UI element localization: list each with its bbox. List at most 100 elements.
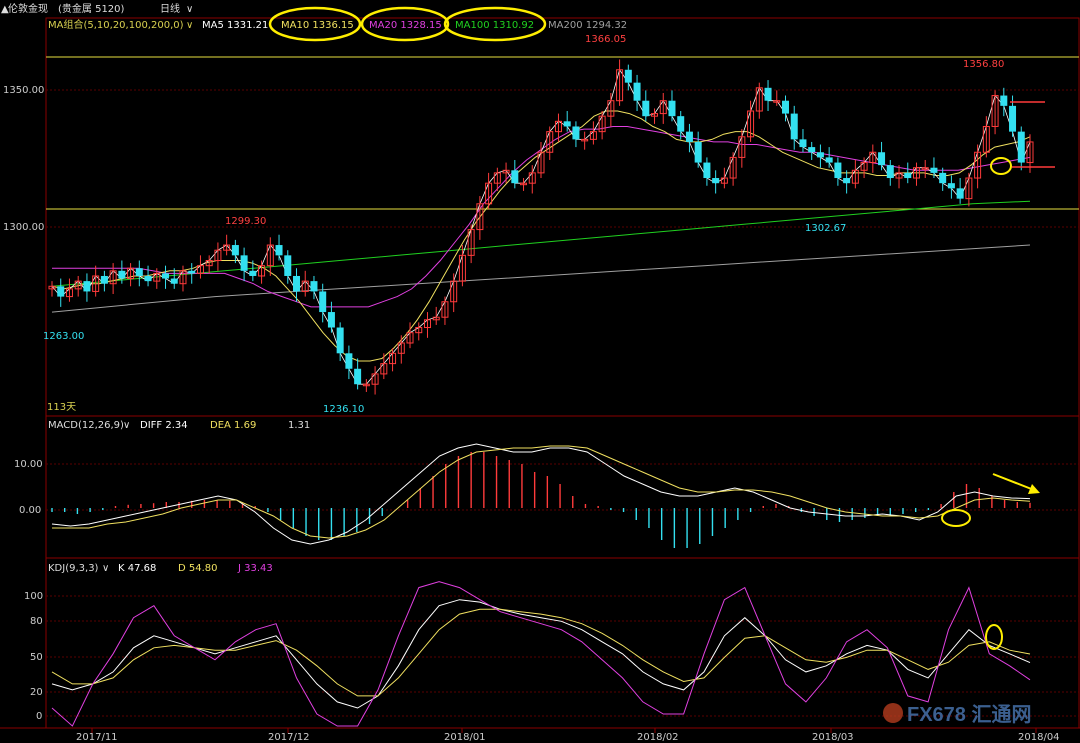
candle-body-down (231, 245, 239, 256)
candle-body-down (1000, 95, 1008, 106)
candle-body-down (633, 82, 641, 101)
highlight-macd-cross (941, 509, 971, 527)
period-selector[interactable]: 日线 (160, 2, 180, 15)
ma20-value: MA20 1328.15 (369, 20, 442, 31)
ma5-value: MA5 1331.21 (202, 20, 268, 31)
candle-body-down (118, 270, 126, 279)
candle-body-down (878, 152, 886, 166)
ma-indicator-name[interactable]: MA组合(5,10,20,100,200,0) (48, 18, 184, 31)
candle-body-down (825, 157, 833, 163)
macd-diff-line (51, 443, 1031, 545)
candle-body-down (886, 165, 894, 179)
candle-body-down (694, 141, 702, 163)
candle-body-down (275, 245, 283, 256)
x-label-2017-12: 2017/12 (268, 732, 310, 743)
candle-body-down (685, 131, 693, 142)
candle-body-down (939, 172, 947, 184)
candle-body-down (782, 100, 789, 114)
candle-body-down (336, 327, 344, 354)
market-code: (贵金属 5120) (58, 2, 125, 15)
candle-body-down (816, 152, 824, 158)
macd-dea-line (52, 445, 1031, 539)
candle-body-down (572, 126, 580, 140)
instrument-name: 伦敦金现 (8, 2, 48, 15)
candle-body-down (843, 178, 851, 184)
macd-series (51, 443, 1031, 548)
kdj-y-tick-100: 100 (24, 591, 43, 602)
candle-body-down (764, 87, 772, 101)
watermark-logo: FX678 汇通网 (883, 703, 1031, 726)
kdj-dropdown-icon[interactable]: ∨ (102, 563, 109, 574)
candle-body-down (293, 275, 300, 292)
ma200-value: MA200 1294.32 (548, 20, 627, 31)
watermark-text: FX678 汇通网 (907, 703, 1031, 726)
kdj-j-value: J 33.43 (237, 563, 273, 574)
kdj-y-tick-20: 20 (30, 687, 43, 698)
period-dropdown-icon[interactable]: ∨ (186, 4, 193, 15)
label-high: 1366.05 (585, 34, 626, 45)
candle-body-down (57, 286, 65, 297)
ma-dropdown-icon[interactable]: ∨ (186, 20, 193, 31)
candles (48, 59, 1034, 395)
candle-body-down (310, 281, 318, 292)
label-left-high: 1299.30 (225, 216, 266, 227)
candle-body-down (1017, 131, 1025, 163)
highlight-low-candle (990, 157, 1012, 175)
candle-body-down (162, 273, 170, 279)
x-label-2017-11: 2017/11 (76, 732, 118, 743)
candle-body-down (188, 270, 196, 274)
candle-body-down (345, 353, 353, 369)
trend-arrow (992, 473, 1035, 491)
label-mid-low: 1302.67 (805, 223, 846, 234)
ma10-value: MA10 1336.15 (281, 20, 354, 31)
candle-body-down (135, 268, 143, 276)
candle-body-down (563, 121, 571, 127)
macd-dea-value: DEA 1.69 (210, 420, 256, 431)
candle-body-down (249, 270, 257, 276)
candle-body-down (834, 162, 842, 179)
candle-body-down (1009, 105, 1017, 132)
menu-icon[interactable]: ▲ (1, 4, 9, 15)
label-high2: 1356.80 (963, 59, 1004, 70)
label-left-low: 1263.00 (43, 331, 84, 342)
candle-body-down (956, 188, 964, 199)
candle-body-down (677, 116, 685, 132)
macd-diff-value: DIFF 2.34 (140, 420, 188, 431)
kdj-d-line (51, 608, 1031, 697)
main-panel-frame (45, 17, 1080, 417)
ma200-line (51, 244, 1031, 313)
kdj-j-line (51, 581, 1031, 727)
candle-body-down (100, 275, 108, 284)
y-tick-1350: 1350.00 (3, 85, 44, 96)
x-label-2018-01: 2018/01 (444, 732, 486, 743)
x-label-2018-03: 2018/03 (812, 732, 854, 743)
kdj-y-tick-80: 80 (30, 616, 43, 627)
candle-body-down (327, 312, 335, 328)
kdj-indicator-name[interactable]: KDJ(9,3,3) (48, 563, 99, 574)
kdj-panel-frame (45, 557, 1080, 729)
candle-body-down (354, 368, 362, 385)
candle-body-down (799, 139, 807, 148)
candle-body-down (319, 291, 327, 313)
bars-count: 113天 (47, 402, 76, 413)
y-tick-1300: 1300.00 (3, 222, 44, 233)
highlight-kdj-cross (985, 624, 1003, 650)
kdj-k-value: K 47.68 (118, 563, 156, 574)
price-chart[interactable]: 伦敦金现 (贵金属 5120) 日线 ∨ ▲ MA组合(5,10,20,100,… (0, 0, 1080, 743)
candle-body-down (930, 167, 938, 173)
macd-indicator-name[interactable]: MACD(12,26,9) (48, 420, 124, 431)
candle-body-down (511, 170, 519, 184)
macd-macd-value: 1.31 (288, 420, 310, 431)
kdj-y-tick-0: 0 (36, 711, 42, 722)
candle-body-down (904, 172, 912, 179)
candle-body-down (790, 113, 798, 140)
macd-dropdown-icon[interactable]: ∨ (123, 420, 130, 431)
ma100-value: MA100 1310.92 (455, 20, 534, 31)
kdj-series (51, 581, 1031, 727)
candle-body-down (712, 178, 720, 184)
macd-y-tick-0: 0.00 (19, 505, 41, 516)
candle-body-down (703, 162, 711, 179)
candle-body-down (284, 255, 292, 276)
x-label-2018-04: 2018/04 (1018, 732, 1060, 743)
candle-body-down (642, 100, 650, 117)
